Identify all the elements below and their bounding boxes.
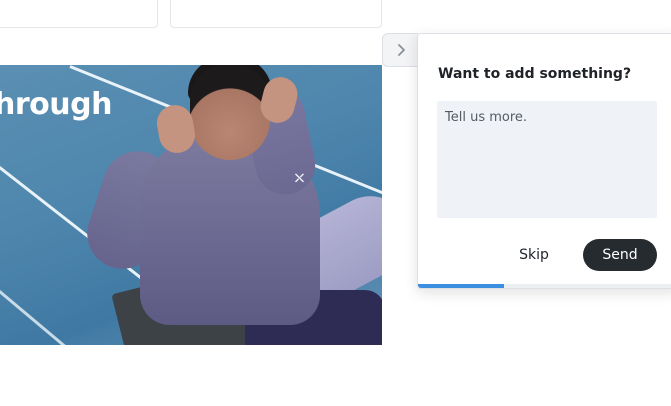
top-card-right: [170, 0, 382, 28]
chevron-right-icon: [397, 44, 405, 56]
skip-button[interactable]: Skip: [508, 239, 560, 271]
brand-logo-icon: ⛌: [295, 171, 304, 185]
athlete-head: [190, 65, 270, 160]
collapse-feedback-button[interactable]: [382, 33, 418, 67]
feedback-panel: Want to add something? Skip Send: [417, 33, 671, 289]
feedback-title: Want to add something?: [438, 66, 632, 82]
progress-fill: [418, 284, 504, 288]
hero-image: ⛌ hrough: [0, 65, 382, 345]
feedback-textarea[interactable]: [437, 101, 657, 218]
top-card-left: [0, 0, 158, 28]
hero-headline: hrough: [0, 87, 112, 122]
send-button[interactable]: Send: [583, 239, 657, 271]
track-lane-line: [0, 240, 95, 345]
progress-track: [418, 284, 671, 288]
